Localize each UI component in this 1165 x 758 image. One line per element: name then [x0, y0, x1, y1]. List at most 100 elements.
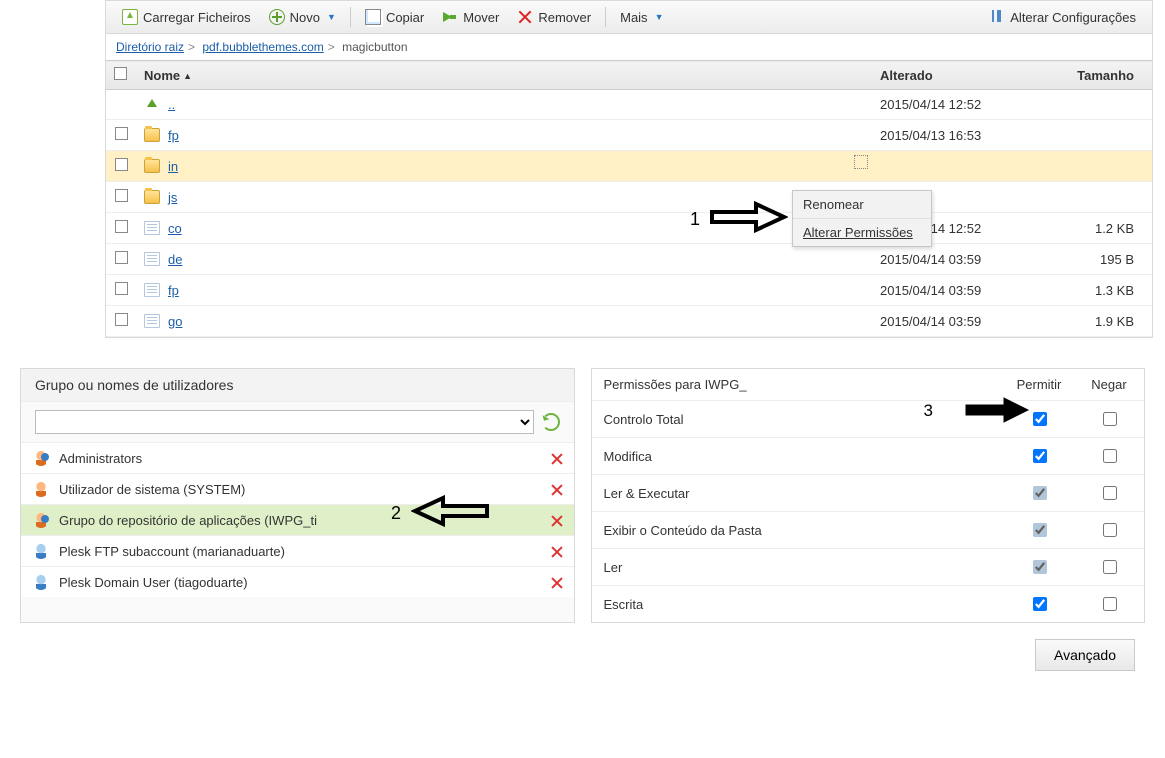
row-name[interactable]: js [168, 190, 177, 205]
row-modified: 2015/04/13 16:53 [872, 120, 1042, 151]
copy-icon [365, 9, 381, 25]
permission-label: Escrita [592, 586, 1005, 623]
row-name[interactable]: go [168, 314, 182, 329]
allow-checkbox[interactable] [1033, 486, 1047, 500]
more-label: Mais [620, 10, 647, 25]
breadcrumb-domain[interactable]: pdf.bubblethemes.com [202, 40, 323, 54]
sort-asc-icon: ▲ [180, 71, 192, 81]
row-checkbox[interactable] [115, 282, 128, 295]
move-button[interactable]: Mover [436, 6, 505, 28]
user-label: Grupo do repositório de aplicações (IWPG… [59, 513, 317, 528]
advanced-button[interactable]: Avançado [1035, 639, 1135, 671]
file-icon [144, 252, 160, 266]
remove-user-icon[interactable] [550, 514, 564, 528]
table-row[interactable]: fp 2015/04/13 16:53 [106, 120, 1152, 151]
separator [350, 7, 351, 27]
toolbar: Carregar Ficheiros Novo▼ Copiar Mover Re… [106, 0, 1152, 34]
col-select [106, 61, 136, 90]
deny-checkbox[interactable] [1103, 449, 1117, 463]
user-icon [33, 481, 49, 497]
deny-checkbox[interactable] [1103, 597, 1117, 611]
user-label: Plesk Domain User (tiagoduarte) [59, 575, 248, 590]
allow-checkbox[interactable] [1033, 449, 1047, 463]
allow-checkbox[interactable] [1033, 560, 1047, 574]
new-button[interactable]: Novo▼ [263, 6, 342, 28]
table-row[interactable]: de2015/04/14 03:59195 B [106, 244, 1152, 275]
user-icon [33, 450, 49, 466]
separator [605, 7, 606, 27]
table-row[interactable]: co2015/04/14 12:521.2 KB [106, 213, 1152, 244]
context-change-permissions[interactable]: Alterar Permissões [793, 219, 931, 246]
permissions-panels: Grupo ou nomes de utilizadores Administr… [20, 368, 1145, 623]
select-all-checkbox[interactable] [114, 67, 127, 80]
col-size[interactable]: Tamanho [1042, 61, 1152, 90]
col-deny: Negar [1074, 369, 1144, 401]
row-size: 1.9 KB [1042, 306, 1152, 337]
row-checkbox[interactable] [115, 313, 128, 326]
user-row[interactable]: Utilizador de sistema (SYSTEM) [21, 473, 574, 504]
copy-button[interactable]: Copiar [359, 6, 430, 28]
row-size: 1.3 KB [1042, 275, 1152, 306]
col-modified[interactable]: Alterado [872, 61, 1042, 90]
users-select[interactable] [35, 410, 534, 434]
row-name[interactable]: .. [168, 97, 175, 112]
upload-button[interactable]: Carregar Ficheiros [116, 6, 257, 28]
table-row[interactable]: in [106, 151, 1152, 182]
row-size: 195 B [1042, 244, 1152, 275]
user-row[interactable]: Grupo do repositório de aplicações (IWPG… [21, 504, 574, 535]
deny-checkbox[interactable] [1103, 560, 1117, 574]
allow-checkbox[interactable] [1033, 523, 1047, 537]
row-modified [872, 151, 1042, 182]
table-row[interactable]: go 2015/04/14 03:591.9 KB [106, 306, 1152, 337]
remove-user-icon[interactable] [550, 483, 564, 497]
permission-row: Controlo Total [592, 401, 1145, 438]
user-row[interactable]: Plesk Domain User (tiagoduarte) [21, 566, 574, 597]
row-size [1042, 151, 1152, 182]
deny-checkbox[interactable] [1103, 523, 1117, 537]
remove-button[interactable]: Remover [511, 6, 597, 28]
folder-icon [144, 190, 160, 204]
table-row[interactable]: js [106, 182, 1152, 213]
allow-checkbox[interactable] [1033, 412, 1047, 426]
remove-user-icon[interactable] [550, 576, 564, 590]
settings-button[interactable]: Alterar Configurações [983, 6, 1142, 28]
more-button[interactable]: Mais▼ [614, 7, 669, 28]
remove-user-icon[interactable] [550, 545, 564, 559]
row-checkbox[interactable] [115, 127, 128, 140]
col-name[interactable]: Nome▲ [136, 61, 872, 90]
row-checkbox[interactable] [115, 189, 128, 202]
row-size [1042, 120, 1152, 151]
breadcrumb-current: magicbutton [342, 40, 407, 54]
delete-icon [517, 9, 533, 25]
upload-icon [122, 9, 138, 25]
deny-checkbox[interactable] [1103, 486, 1117, 500]
context-rename[interactable]: Renomear [793, 191, 931, 219]
row-modified: 2015/04/14 03:59 [872, 306, 1042, 337]
row-name[interactable]: fp [168, 128, 179, 143]
remove-user-icon[interactable] [550, 452, 564, 466]
row-checkbox[interactable] [115, 251, 128, 264]
row-name[interactable]: in [168, 159, 178, 174]
move-icon [442, 9, 458, 25]
row-name[interactable]: de [168, 252, 182, 267]
row-name[interactable]: fp [168, 283, 179, 298]
row-name[interactable]: co [168, 221, 182, 236]
allow-checkbox[interactable] [1033, 597, 1047, 611]
settings-label: Alterar Configurações [1010, 10, 1136, 25]
user-row[interactable]: Administrators [21, 442, 574, 473]
user-label: Administrators [59, 451, 142, 466]
file-icon [144, 314, 160, 328]
users-list: Administrators Utilizador de sistema (SYS… [21, 442, 574, 597]
table-row[interactable]: ..2015/04/14 12:52 [106, 90, 1152, 120]
deny-checkbox[interactable] [1103, 412, 1117, 426]
settings-icon [989, 9, 1005, 25]
refresh-icon[interactable] [542, 413, 560, 431]
row-checkbox[interactable] [115, 158, 128, 171]
user-row[interactable]: Plesk FTP subaccount (marianaduarte) [21, 535, 574, 566]
row-checkbox[interactable] [115, 220, 128, 233]
context-trigger-icon[interactable] [854, 155, 868, 169]
breadcrumb-root[interactable]: Diretório raiz [116, 40, 184, 54]
permission-row: Exibir o Conteúdo da Pasta [592, 512, 1145, 549]
user-label: Utilizador de sistema (SYSTEM) [59, 482, 245, 497]
table-row[interactable]: fp2015/04/14 03:591.3 KB [106, 275, 1152, 306]
